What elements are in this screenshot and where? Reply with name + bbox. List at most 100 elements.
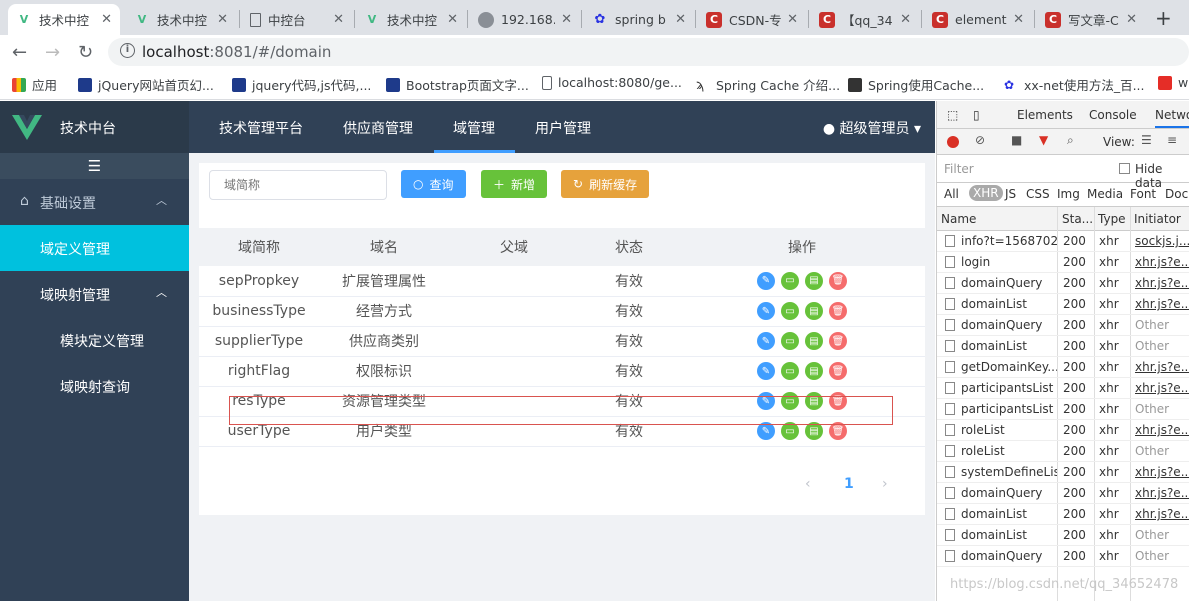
browser-tab[interactable]: C 写文章-C ✕ bbox=[1037, 4, 1145, 35]
network-request-row[interactable]: login 200 xhr xhr.js?e... bbox=[937, 252, 1189, 273]
bookmark-item[interactable]: jquery代码,js代码,... bbox=[232, 75, 371, 94]
edit-icon[interactable]: ✎ bbox=[757, 422, 775, 440]
request-initiator[interactable]: xhr.js?e... bbox=[1135, 255, 1189, 269]
tab-network[interactable]: Netwo bbox=[1155, 108, 1189, 128]
edit-icon[interactable]: ✎ bbox=[757, 271, 775, 290]
menu-toggle-icon[interactable]: ☰ bbox=[0, 153, 189, 179]
folder-icon[interactable]: ▭ bbox=[781, 271, 799, 290]
edit-icon[interactable]: ✎ bbox=[757, 362, 775, 380]
request-initiator[interactable]: xhr.js?e... bbox=[1135, 276, 1189, 290]
bookmark-item[interactable]: w bbox=[1158, 75, 1188, 90]
clipboard-icon[interactable]: ▤ bbox=[805, 332, 823, 350]
new-tab-button[interactable]: + bbox=[1155, 6, 1172, 30]
edit-icon[interactable]: ✎ bbox=[757, 332, 775, 350]
edit-icon[interactable]: ✎ bbox=[757, 302, 775, 320]
browser-tab[interactable]: ✿ spring b ✕ bbox=[584, 4, 694, 35]
tab-elements[interactable]: Elements bbox=[1017, 108, 1073, 122]
inspect-icon[interactable]: ⬚ bbox=[947, 108, 958, 122]
column-header[interactable]: Initiator bbox=[1134, 212, 1181, 226]
folder-icon[interactable]: ▭ bbox=[781, 392, 799, 410]
add-button[interactable]: ＋新增 bbox=[481, 170, 548, 198]
browser-tab[interactable]: C element ✕ bbox=[924, 4, 1032, 35]
delete-icon[interactable]: 🗑 bbox=[829, 302, 847, 320]
browser-tab[interactable]: V 技术中控 ✕ bbox=[356, 4, 466, 35]
edit-icon[interactable]: ✎ bbox=[757, 392, 775, 410]
sidebar-item-domain-definition[interactable]: 域定义管理 bbox=[0, 225, 189, 271]
bookmark-item[interactable]: ϡ Spring Cache 介绍... bbox=[696, 75, 840, 94]
delete-icon[interactable]: 🗑 bbox=[829, 332, 847, 350]
hide-data-checkbox[interactable] bbox=[1119, 163, 1130, 174]
network-request-row[interactable]: domainQuery 200 xhr xhr.js?e... bbox=[937, 273, 1189, 294]
type-filter-all[interactable]: All bbox=[944, 187, 959, 201]
close-icon[interactable]: ✕ bbox=[333, 12, 344, 27]
clipboard-icon[interactable]: ▤ bbox=[805, 392, 823, 410]
request-initiator[interactable]: xhr.js?e... bbox=[1135, 423, 1189, 437]
network-request-row[interactable]: domainQuery 200 xhr xhr.js?e... bbox=[937, 483, 1189, 504]
refresh-cache-button[interactable]: ↻ 刷新缓存 bbox=[561, 170, 650, 198]
bookmark-item[interactable]: Spring使用Cache... bbox=[848, 75, 984, 94]
column-header[interactable]: Name bbox=[941, 212, 976, 226]
network-request-row[interactable]: roleList 200 xhr Other bbox=[937, 441, 1189, 462]
network-request-row[interactable]: roleList 200 xhr xhr.js?e... bbox=[937, 420, 1189, 441]
network-request-row[interactable]: domainList 200 xhr xhr.js?e... bbox=[937, 504, 1189, 525]
close-icon[interactable]: ✕ bbox=[447, 12, 458, 27]
type-filter-css[interactable]: CSS bbox=[1026, 187, 1050, 201]
clipboard-icon[interactable]: ▤ bbox=[805, 362, 823, 380]
folder-icon[interactable]: ▭ bbox=[781, 302, 799, 320]
network-request-row[interactable]: domainList 200 xhr Other bbox=[937, 525, 1189, 546]
tab-tech-platform[interactable]: 技术管理平台 bbox=[219, 118, 303, 138]
network-request-row[interactable]: systemDefineList 200 xhr xhr.js?e... bbox=[937, 462, 1189, 483]
tab-domain-management[interactable]: 域管理 bbox=[453, 118, 495, 138]
next-page-button[interactable]: › bbox=[882, 476, 888, 492]
request-initiator[interactable]: sockjs.j... bbox=[1135, 234, 1189, 248]
bookmark-item[interactable]: localhost:8080/ge... bbox=[542, 75, 682, 90]
info-icon[interactable]: i bbox=[120, 43, 135, 58]
domain-code-search-input[interactable] bbox=[209, 170, 387, 200]
type-filter-js[interactable]: JS bbox=[1005, 187, 1016, 201]
record-icon[interactable] bbox=[947, 136, 959, 148]
request-initiator[interactable]: xhr.js?e... bbox=[1135, 381, 1189, 395]
network-request-row[interactable]: domainList 200 xhr Other bbox=[937, 336, 1189, 357]
type-filter-media[interactable]: Media bbox=[1087, 187, 1123, 201]
type-filter-img[interactable]: Img bbox=[1057, 187, 1080, 201]
close-icon[interactable]: ✕ bbox=[561, 12, 572, 27]
close-icon[interactable]: ✕ bbox=[675, 12, 686, 27]
close-icon[interactable]: ✕ bbox=[1126, 12, 1137, 27]
type-filter-doc[interactable]: Doc bbox=[1165, 187, 1188, 201]
column-header[interactable]: Type bbox=[1098, 212, 1126, 226]
clipboard-icon[interactable]: ▤ bbox=[805, 422, 823, 440]
request-initiator[interactable]: xhr.js?e... bbox=[1135, 465, 1189, 479]
network-request-row[interactable]: info?t=1568702... 200 xhr sockjs.j... bbox=[937, 231, 1189, 252]
close-icon[interactable]: ✕ bbox=[217, 12, 228, 27]
folder-icon[interactable]: ▭ bbox=[781, 332, 799, 350]
sidebar-group-domain-mapping[interactable]: 域映射管理 ︿ bbox=[0, 271, 189, 317]
delete-icon[interactable]: 🗑 bbox=[829, 392, 847, 410]
type-filter-font[interactable]: Font bbox=[1130, 187, 1156, 201]
request-initiator[interactable]: xhr.js?e... bbox=[1135, 297, 1189, 311]
prev-page-button[interactable]: ‹ bbox=[805, 476, 811, 492]
request-initiator[interactable]: xhr.js?e... bbox=[1135, 486, 1189, 500]
user-menu[interactable]: ● 超级管理员 ▾ bbox=[823, 118, 921, 138]
bookmark-item[interactable]: Bootstrap页面文字... bbox=[386, 75, 529, 94]
back-icon[interactable]: ← bbox=[12, 42, 27, 63]
clipboard-icon[interactable]: ▤ bbox=[805, 302, 823, 320]
network-request-row[interactable]: getDomainKey... 200 xhr xhr.js?e... bbox=[937, 357, 1189, 378]
delete-icon[interactable]: 🗑 bbox=[829, 271, 847, 290]
network-request-row[interactable]: domainQuery 200 xhr Other bbox=[937, 315, 1189, 336]
waterfall-icon[interactable]: ≡ bbox=[1167, 133, 1177, 147]
search-icon[interactable]: ⌕ bbox=[1067, 133, 1074, 148]
type-filter-xhr[interactable]: XHR bbox=[969, 185, 1003, 201]
forward-icon[interactable]: → bbox=[45, 42, 60, 63]
request-initiator[interactable]: xhr.js?e... bbox=[1135, 360, 1189, 374]
tab-user-management[interactable]: 用户管理 bbox=[535, 118, 591, 138]
page-number[interactable]: 1 bbox=[844, 476, 854, 492]
browser-tab[interactable]: V 技术中控 ✕ bbox=[8, 4, 120, 35]
clear-icon[interactable]: ⊘ bbox=[975, 133, 985, 147]
network-request-row[interactable]: participantsList 200 xhr xhr.js?e... bbox=[937, 378, 1189, 399]
reload-icon[interactable]: ↻ bbox=[78, 42, 93, 63]
close-icon[interactable]: ✕ bbox=[101, 12, 112, 27]
browser-tab[interactable]: C 【qq_34 ✕ bbox=[811, 4, 919, 35]
network-request-row[interactable]: domainList 200 xhr xhr.js?e... bbox=[937, 294, 1189, 315]
tab-supplier-management[interactable]: 供应商管理 bbox=[343, 118, 413, 138]
folder-icon[interactable]: ▭ bbox=[781, 362, 799, 380]
